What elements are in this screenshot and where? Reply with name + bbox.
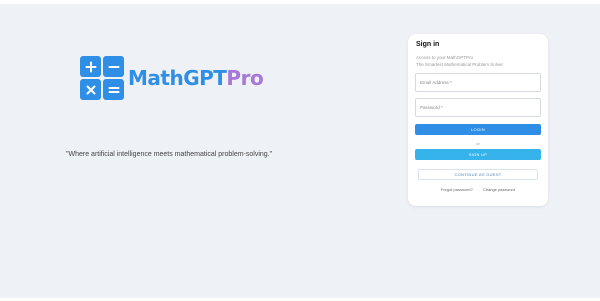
plus-icon xyxy=(80,56,101,77)
minus-icon xyxy=(103,56,124,77)
brand-logo: MathGPTPro xyxy=(80,56,264,100)
times-icon xyxy=(80,79,101,100)
signin-card: Sign in Access to your MathGPTPro The Sm… xyxy=(408,34,548,206)
signin-subtitle: Access to your MathGPTPro The Smartest M… xyxy=(416,54,541,68)
account-links: Forgot password? Change password xyxy=(415,187,541,192)
email-field[interactable]: Email Address * xyxy=(415,73,541,92)
brand-name-suffix: Pro xyxy=(226,66,264,90)
password-placeholder: Password * xyxy=(420,105,443,110)
tagline: "Where artificial intelligence meets mat… xyxy=(66,151,273,158)
equals-icon xyxy=(103,79,124,100)
continue-as-guest-button[interactable]: CONTINUE AS GUEST xyxy=(418,169,538,180)
or-divider: or xyxy=(476,141,480,146)
login-button[interactable]: LOGIN xyxy=(415,124,541,135)
signin-title: Sign in xyxy=(416,41,440,48)
forgot-password-link[interactable]: Forgot password? xyxy=(441,187,473,192)
top-edge xyxy=(0,0,600,4)
change-password-link[interactable]: Change password xyxy=(483,187,515,192)
password-field[interactable]: Password * xyxy=(415,98,541,117)
brand-name: MathGPTPro xyxy=(128,66,264,90)
signin-subtitle-line2: The Smartest Mathematical Problem Solver xyxy=(416,62,504,67)
brand-name-main: MathGPT xyxy=(128,66,227,90)
signup-button[interactable]: SIGN UP xyxy=(415,149,541,160)
signin-subtitle-line1: Access to your MathGPTPro xyxy=(416,55,474,60)
email-placeholder: Email Address * xyxy=(420,80,452,85)
calculator-icon xyxy=(80,56,124,100)
